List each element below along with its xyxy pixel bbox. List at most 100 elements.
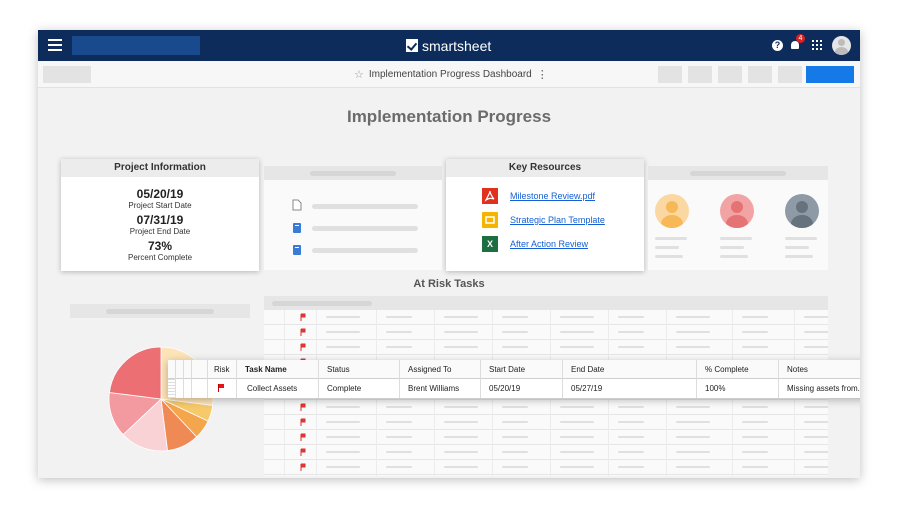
placeholder-line (326, 466, 360, 468)
placeholder-line (742, 466, 768, 468)
star-icon[interactable]: ☆ (354, 68, 364, 81)
resource-item[interactable]: X After Action Review (446, 232, 644, 256)
grid-row-divider (264, 474, 828, 475)
grid-row-divider (264, 459, 828, 460)
percent-complete-cell[interactable]: 100% (697, 379, 779, 398)
assigned-to-cell[interactable]: Brent Williams (400, 379, 481, 398)
task-name-cell[interactable]: Collect Assets (237, 379, 319, 398)
placeholder-line (742, 421, 768, 423)
logo-check-icon (406, 39, 418, 52)
resource-item[interactable]: Strategic Plan Template (446, 208, 644, 232)
placeholder-line (618, 406, 644, 408)
help-icon[interactable]: ? (772, 40, 783, 51)
grid-row-divider (264, 339, 828, 340)
toolbar-back-placeholder[interactable] (43, 66, 91, 83)
smartsheet-logo[interactable]: smartsheet (406, 37, 491, 54)
resource-item[interactable]: Milestone Review.pdf (446, 184, 644, 208)
column-header-notes[interactable]: Notes (779, 360, 860, 379)
placeholder-line (785, 246, 809, 249)
end-date-cell[interactable]: 05/27/19 (563, 379, 697, 398)
placeholder-title-bar (106, 309, 214, 314)
column-header-task-name[interactable]: Task Name (237, 359, 319, 379)
placeholder-line (444, 466, 478, 468)
toolbar-button-5[interactable] (778, 66, 802, 83)
user-avatar[interactable] (832, 36, 851, 55)
placeholder-line (720, 237, 752, 240)
app-window: smartsheet ? 4 ☆ Implementation Progress… (38, 30, 860, 478)
pdf-icon (482, 188, 498, 204)
resource-link-milestone[interactable]: Milestone Review.pdf (510, 191, 595, 201)
screenshot-stage: smartsheet ? 4 ☆ Implementation Progress… (0, 0, 898, 506)
status-cell[interactable]: Complete (319, 379, 400, 398)
column-header-risk[interactable]: Risk (208, 359, 237, 379)
placeholder-line (720, 246, 744, 249)
placeholder-line (560, 406, 594, 408)
at-risk-tasks-table[interactable]: Risk Task Name Status Assigned To Start … (168, 359, 860, 398)
menu-icon[interactable] (48, 39, 62, 51)
team-member-avatar (785, 194, 819, 228)
toolbar-button-4[interactable] (748, 66, 772, 83)
column-header-assigned-to[interactable]: Assigned To (400, 359, 481, 379)
placeholder-line (618, 346, 644, 348)
placeholder-line (386, 346, 412, 348)
key-resources-widget[interactable]: Key Resources Milestone Review.pdf Strat… (446, 159, 644, 271)
document-icon (292, 199, 302, 211)
search-bar[interactable] (72, 36, 200, 55)
placeholder-line (676, 436, 710, 438)
project-information-widget[interactable]: Project Information 05/20/19 Project Sta… (61, 159, 259, 271)
flag-icon (300, 448, 306, 456)
table-row[interactable]: Collect Assets Complete Brent Williams 0… (168, 379, 860, 398)
placeholder-line (386, 451, 412, 453)
placeholder-line (444, 346, 478, 348)
project-information-title: Project Information (61, 159, 259, 177)
placeholder-line (326, 346, 360, 348)
dashboard-name: Implementation Progress Dashboard (368, 69, 532, 80)
key-resources-title: Key Resources (446, 159, 644, 177)
placeholder-line (742, 316, 768, 318)
at-risk-tasks-heading: At Risk Tasks (413, 278, 485, 290)
placeholder-line (386, 421, 412, 423)
placeholder-line (742, 331, 768, 333)
placeholder-line (444, 406, 478, 408)
placeholder-line (618, 451, 644, 453)
placeholder-line (560, 421, 594, 423)
top-nav-bar: smartsheet ? 4 (38, 30, 860, 61)
toolbar-button-2[interactable] (688, 66, 712, 83)
placeholder-line (502, 451, 528, 453)
slides-icon (482, 212, 498, 228)
placeholder-line (676, 346, 710, 348)
primary-action-button[interactable] (806, 66, 854, 83)
column-header-end-date[interactable]: End Date (563, 359, 697, 379)
placeholder-line (386, 316, 412, 318)
placeholder-line (804, 406, 828, 408)
placeholder-line (785, 255, 813, 258)
grid-row-divider (264, 324, 828, 325)
risk-cell[interactable] (208, 379, 237, 398)
flag-icon (300, 328, 306, 336)
more-options-icon[interactable]: ⋮ (537, 68, 548, 81)
column-header-start-date[interactable]: Start Date (481, 359, 563, 379)
resource-link-strategic-plan[interactable]: Strategic Plan Template (510, 215, 605, 225)
team-member-avatar (720, 194, 754, 228)
placeholder-line (386, 406, 412, 408)
flag-icon (300, 403, 306, 411)
grid-row-divider (264, 429, 828, 430)
project-end-label: Project End Date (129, 227, 191, 236)
resource-link-after-action[interactable]: After Action Review (510, 239, 588, 249)
column-header-status[interactable]: Status (319, 359, 400, 379)
row-handle-column (184, 359, 192, 379)
column-header-percent-complete[interactable]: % Complete (697, 359, 779, 379)
placeholder-line (560, 346, 594, 348)
project-start: 05/20/19 Project Start Date (61, 188, 259, 211)
placeholder-line (386, 466, 412, 468)
placeholder-line (676, 316, 710, 318)
notes-cell[interactable]: Missing assets from... (779, 379, 860, 398)
start-date-cell[interactable]: 05/20/19 (481, 379, 563, 398)
dashboard-heading: Implementation Progress (346, 107, 552, 126)
placeholder-line (804, 466, 828, 468)
placeholder-line (502, 421, 528, 423)
toolbar-button-3[interactable] (718, 66, 742, 83)
apps-grid-icon[interactable] (812, 40, 822, 50)
toolbar-button-1[interactable] (658, 66, 682, 83)
row-drag-handle[interactable] (168, 379, 176, 398)
